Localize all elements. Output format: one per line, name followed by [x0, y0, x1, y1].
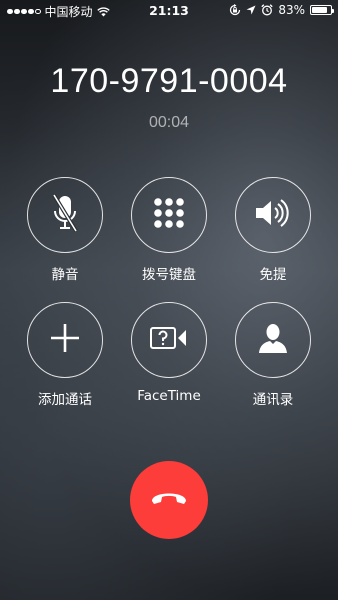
facetime-control: FaceTime: [114, 302, 224, 404]
mute-label: 静音: [51, 267, 79, 283]
facetime-button[interactable]: [131, 302, 207, 378]
mute-button[interactable]: [27, 177, 103, 253]
facetime-icon: [149, 325, 189, 355]
add-call-control: 添加通话: [10, 302, 120, 408]
end-call-icon: [149, 488, 189, 512]
caller-phone-number: 170-9791-0004: [50, 62, 288, 100]
battery-level-fill: [312, 7, 327, 13]
speaker-icon: [253, 197, 293, 233]
add-call-label: 添加通话: [38, 392, 92, 408]
keypad-control: 拨号键盘: [114, 177, 224, 283]
speaker-label: 免提: [259, 267, 287, 283]
keypad-button[interactable]: [131, 177, 207, 253]
mute-microphone-icon: [48, 193, 82, 237]
contacts-button[interactable]: [235, 302, 311, 378]
rotation-lock-icon: [229, 4, 241, 16]
call-duration: 00:04: [148, 114, 190, 131]
battery-tip: [332, 8, 334, 13]
speaker-button[interactable]: [235, 177, 311, 253]
contacts-label: 通讯录: [252, 392, 294, 408]
status-bar: 中国移动 21:13 83%: [0, 0, 338, 22]
contacts-icon: [257, 322, 289, 358]
keypad-icon: [152, 196, 186, 234]
status-right: 83%: [229, 3, 334, 17]
location-arrow-icon: [246, 5, 256, 15]
facetime-label: FaceTime: [137, 388, 201, 404]
battery-icon: [310, 5, 334, 15]
add-call-button[interactable]: [27, 302, 103, 378]
keypad-label: 拨号键盘: [142, 267, 196, 283]
alarm-clock-icon: [261, 4, 274, 16]
end-call-button[interactable]: [130, 461, 208, 539]
plus-icon: [50, 323, 80, 357]
battery-percentage: 83%: [278, 3, 305, 17]
mute-control: 静音: [10, 177, 120, 283]
contacts-control: 通讯录: [218, 302, 328, 408]
speaker-control: 免提: [218, 177, 328, 283]
